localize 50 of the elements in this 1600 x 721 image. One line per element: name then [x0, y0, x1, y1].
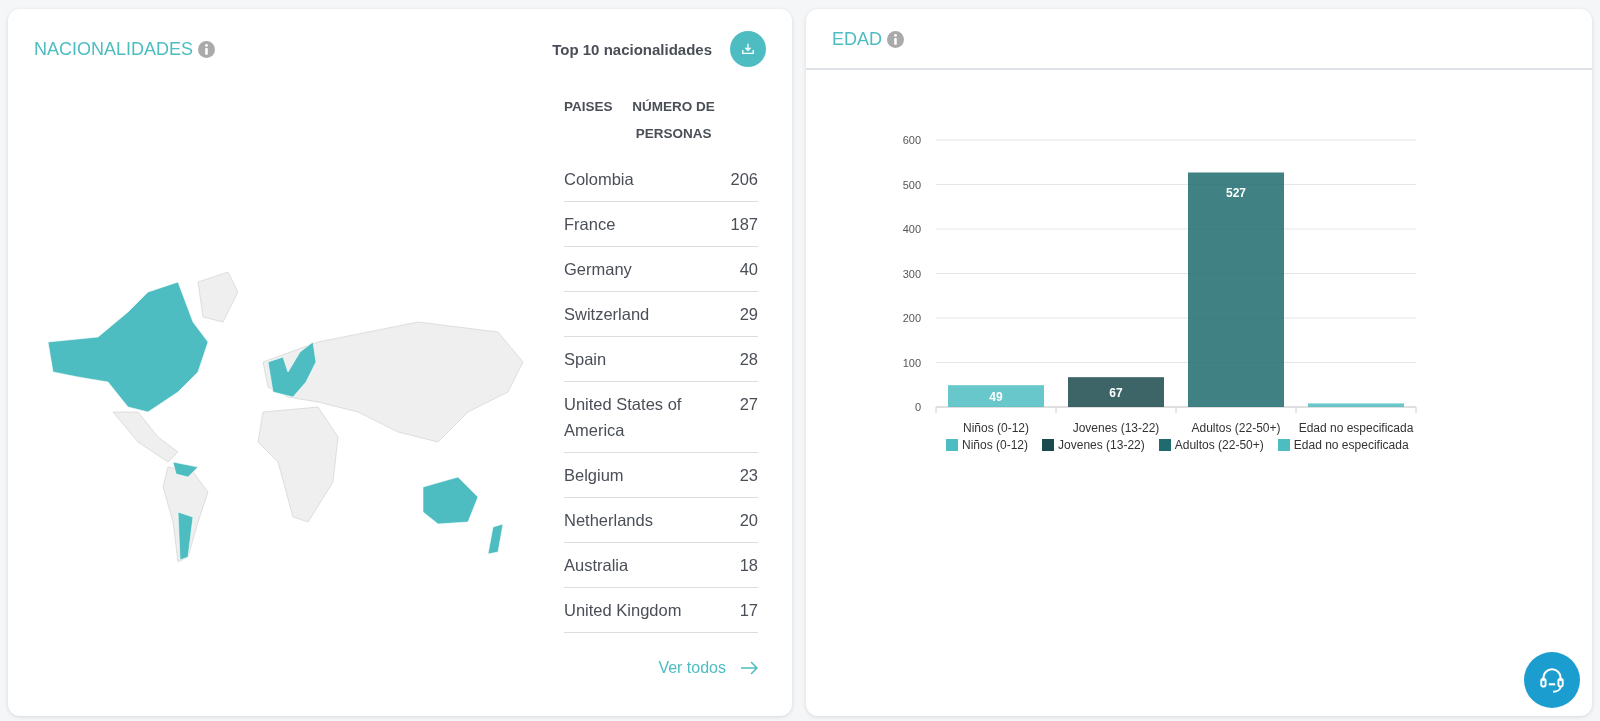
count-cell-text: 27	[739, 394, 758, 415]
download-icon	[741, 42, 755, 56]
axis-tick-label: 300	[902, 267, 921, 280]
category-label: Jovenes (13-22)	[1072, 421, 1160, 435]
column-header: NÚMERO DE PERSONAS	[631, 98, 716, 143]
headset-icon	[1537, 665, 1567, 695]
card-subtitle: Top 10 nacionalidades	[552, 40, 712, 58]
axis-tick-label: 400	[902, 223, 921, 235]
column-header: PAISES	[564, 98, 613, 116]
country-cell-text: Germany	[564, 259, 632, 280]
category-label: Adultos (22-50+)	[1191, 421, 1281, 435]
info-icon[interactable]	[887, 31, 904, 48]
legend-label[interactable]: Niños (0-12)	[962, 438, 1029, 452]
axis-tick-label: 600	[902, 134, 921, 146]
count-cell-text: 18	[739, 555, 758, 576]
count-cell-text: 17	[739, 600, 758, 621]
category-label: Edad no especificada	[1298, 421, 1414, 435]
axis-tick-label: 200	[902, 312, 921, 324]
count-cell-text: 20	[739, 510, 758, 531]
country-cell-text: France	[564, 214, 616, 235]
arrow-icon	[740, 661, 758, 675]
country-cell-text: United States of America	[564, 394, 683, 441]
country-cell-text: Switzerland	[564, 304, 650, 325]
count-cell-text: 28	[739, 349, 758, 370]
country-cell-text: United Kingdom	[564, 600, 682, 621]
country-cell-text: Australia	[564, 555, 629, 576]
country-cell-text: Belgium	[564, 465, 624, 486]
axis-tick-label: 0	[914, 401, 921, 413]
country-cell-text: Spain	[564, 349, 607, 370]
legend-label[interactable]: Jovenes (13-22)	[1058, 438, 1145, 452]
legend-label[interactable]: Edad no especificada	[1293, 438, 1409, 452]
bar-value-label: 527	[1226, 186, 1246, 201]
bar-value-label: 67	[1109, 386, 1123, 401]
download-button[interactable]	[730, 31, 766, 67]
country-cell-text: Netherlands	[564, 510, 653, 531]
count-cell-text: 29	[739, 304, 758, 325]
country-cell-text: Colombia	[564, 169, 634, 190]
count-cell-text: 206	[730, 169, 758, 190]
count-cell-text: 187	[730, 214, 758, 235]
bar-value-label: 49	[989, 390, 1003, 405]
card-title: EDAD	[832, 29, 882, 50]
support-chat-button[interactable]	[1524, 652, 1580, 708]
info-icon[interactable]	[198, 40, 216, 58]
count-cell-text: 23	[739, 465, 758, 486]
axis-tick-label: 500	[902, 178, 921, 191]
card-title: NACIONALIDADES	[34, 38, 194, 60]
count-cell-text: 40	[739, 259, 758, 280]
legend-label[interactable]: Adultos (22-50+)	[1174, 438, 1264, 452]
axis-tick-label: 100	[902, 356, 921, 369]
category-label: Niños (0-12)	[963, 421, 1029, 435]
